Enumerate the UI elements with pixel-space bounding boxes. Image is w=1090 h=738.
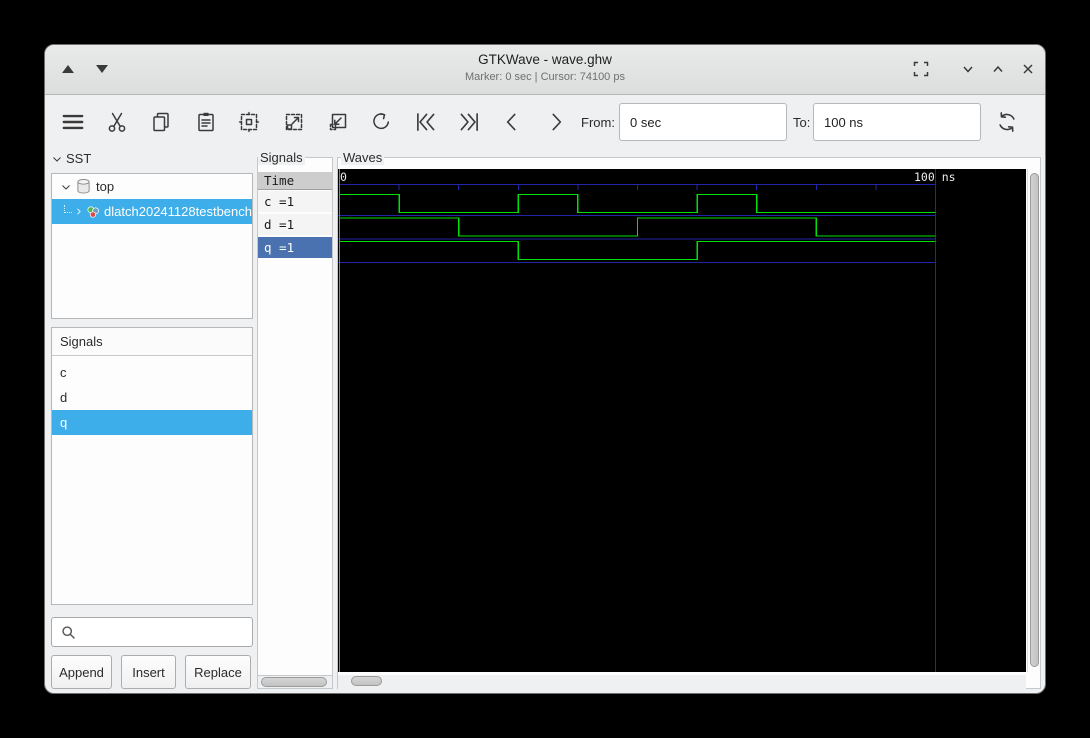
zoom-out-button[interactable] bbox=[320, 104, 356, 140]
maximize-button[interactable] bbox=[985, 56, 1011, 82]
chevron-down-icon bbox=[62, 184, 70, 190]
shift-right-icon bbox=[552, 113, 562, 131]
zoom-fit-icon bbox=[238, 111, 260, 133]
zoom-out-icon bbox=[329, 113, 347, 131]
paste-icon bbox=[198, 112, 214, 132]
tree-item-top[interactable]: top bbox=[52, 174, 252, 199]
signal-list-item-q[interactable]: q bbox=[52, 410, 252, 435]
signal-list-item-d[interactable]: d bbox=[52, 385, 252, 410]
scissors-icon bbox=[108, 112, 126, 132]
chevron-down-icon bbox=[53, 156, 61, 162]
to-label: To: bbox=[793, 115, 811, 130]
fullscreen-button[interactable] bbox=[908, 56, 934, 82]
waves-vscrollbar-thumb[interactable] bbox=[1030, 173, 1039, 667]
module-icon bbox=[87, 205, 99, 218]
wave-time-end: 100 ns bbox=[914, 170, 956, 184]
chevron-up-icon bbox=[993, 65, 1003, 72]
fetch-left-icon bbox=[417, 113, 435, 131]
from-input[interactable] bbox=[619, 103, 787, 141]
close-button[interactable] bbox=[1015, 56, 1041, 82]
fullscreen-icon bbox=[913, 61, 929, 77]
paste-button[interactable] bbox=[188, 104, 224, 140]
fetch-left-button[interactable] bbox=[408, 104, 444, 140]
menu-icon bbox=[62, 114, 84, 130]
waves-hscrollbar-thumb[interactable] bbox=[351, 676, 382, 686]
shift-left-icon bbox=[506, 113, 516, 131]
from-label: From: bbox=[581, 115, 615, 130]
reload-icon bbox=[999, 112, 1015, 132]
window-status: Marker: 0 sec | Cursor: 74100 ps bbox=[465, 71, 625, 83]
copy-icon bbox=[153, 112, 169, 132]
tree-item-dlatch[interactable]: dlatch20241128testbench bbox=[52, 199, 252, 224]
search-input[interactable] bbox=[80, 619, 248, 645]
zoom-undo-icon bbox=[373, 113, 390, 130]
signals-hscrollbar-thumb[interactable] bbox=[261, 677, 327, 687]
waveform-traces bbox=[338, 169, 936, 672]
search-icon bbox=[62, 626, 75, 639]
zoom-in-button[interactable] bbox=[276, 104, 312, 140]
reload-button[interactable] bbox=[989, 104, 1025, 140]
signals-hscrollbar-track[interactable] bbox=[257, 675, 333, 689]
close-icon bbox=[1023, 64, 1033, 74]
sst-tree: top dlatch20241128testbench bbox=[51, 173, 253, 319]
waves-panel-legend: Waves bbox=[341, 150, 385, 165]
zoom-undo-button[interactable] bbox=[363, 104, 399, 140]
signal-search bbox=[51, 617, 253, 647]
sst-label: SST bbox=[66, 151, 92, 166]
wave-canvas[interactable]: 0 100 ns bbox=[338, 169, 1026, 672]
tree-item-label: dlatch20241128testbench bbox=[104, 204, 252, 219]
signals-panel: Time c =1 d =1 q =1 bbox=[257, 157, 333, 689]
shift-right-button[interactable] bbox=[538, 104, 574, 140]
wave-time-start: 0 bbox=[340, 170, 347, 184]
chevron-down-icon bbox=[963, 66, 973, 73]
signal-value-row-c[interactable]: c =1 bbox=[258, 191, 332, 214]
signal-list-item-c[interactable]: c bbox=[52, 360, 252, 385]
signals-panel-legend: Signals bbox=[258, 150, 305, 165]
tree-item-label: top bbox=[96, 179, 115, 194]
gtkwave-window: GTKWave - wave.ghw Marker: 0 sec | Curso… bbox=[44, 44, 1046, 694]
shift-left-button[interactable] bbox=[494, 104, 530, 140]
database-icon bbox=[77, 179, 90, 194]
waves-hscrollbar-track[interactable] bbox=[338, 675, 1026, 689]
menu-button[interactable] bbox=[55, 104, 91, 140]
tree-branch-line bbox=[64, 204, 72, 213]
titlebar[interactable]: GTKWave - wave.ghw Marker: 0 sec | Curso… bbox=[45, 45, 1045, 95]
insert-button[interactable]: Insert bbox=[121, 655, 176, 689]
window-title: GTKWave - wave.ghw bbox=[478, 52, 612, 67]
zoom-in-icon bbox=[285, 113, 303, 131]
copy-button[interactable] bbox=[143, 104, 179, 140]
signal-value-row-d[interactable]: d =1 bbox=[258, 214, 332, 237]
time-header: Time bbox=[258, 172, 332, 190]
fetch-right-icon bbox=[460, 113, 478, 131]
minimize-button[interactable] bbox=[955, 56, 981, 82]
cut-button[interactable] bbox=[99, 104, 135, 140]
signal-list-header: Signals bbox=[52, 328, 252, 356]
fetch-right-button[interactable] bbox=[451, 104, 487, 140]
to-input[interactable] bbox=[813, 103, 981, 141]
chevron-right-icon bbox=[76, 208, 81, 215]
zoom-fit-button[interactable] bbox=[231, 104, 267, 140]
append-button[interactable]: Append bbox=[51, 655, 112, 689]
signal-value-row-q[interactable]: q =1 bbox=[258, 237, 332, 260]
waves-vscrollbar-track[interactable] bbox=[1027, 169, 1040, 672]
sst-signal-list: Signals c d q bbox=[51, 327, 253, 605]
sst-header[interactable]: SST bbox=[51, 151, 91, 166]
replace-button[interactable]: Replace bbox=[185, 655, 251, 689]
